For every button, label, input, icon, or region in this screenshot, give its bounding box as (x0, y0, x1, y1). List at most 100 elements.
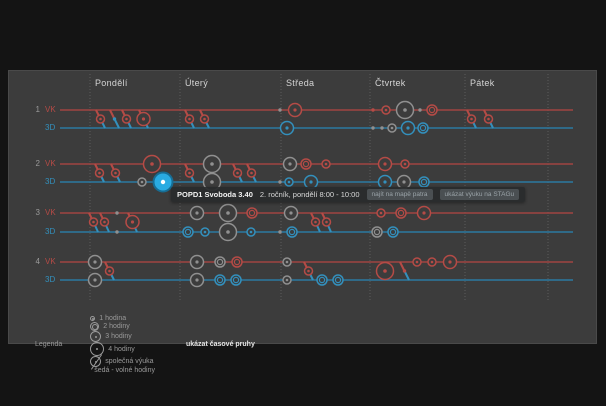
legend-item-label: 4 hodiny (108, 346, 134, 353)
lesson-marker[interactable] (388, 124, 396, 132)
lesson-marker[interactable] (428, 258, 436, 266)
legend-hour-2-icon (90, 322, 99, 331)
lesson-marker-diagonal[interactable] (185, 164, 194, 182)
lesson-marker[interactable] (89, 256, 102, 269)
lesson-marker[interactable] (247, 208, 257, 218)
lesson-marker[interactable] (418, 108, 421, 111)
legend-common-icon (90, 356, 101, 367)
lesson-marker-diagonal[interactable] (304, 262, 313, 280)
legend-item-label: 3 hodiny (105, 333, 131, 340)
lesson-marker[interactable] (382, 106, 390, 114)
lesson-marker[interactable] (138, 178, 146, 186)
lesson-marker[interactable] (204, 156, 221, 173)
lesson-marker-diagonal[interactable] (200, 110, 209, 128)
lesson-marker[interactable] (413, 258, 421, 266)
legend-item-label: šedá - volné hodiny (94, 367, 155, 374)
lesson-marker[interactable] (322, 160, 330, 168)
lesson-marker-diagonal[interactable] (100, 213, 109, 232)
lesson-marker[interactable] (287, 227, 297, 237)
lesson-marker[interactable] (285, 178, 293, 186)
show-time-bands-link[interactable]: ukázat časové pruhy (186, 341, 255, 348)
lesson-marker[interactable] (377, 263, 394, 280)
lesson-marker-diagonal[interactable] (111, 164, 120, 182)
lesson-marker[interactable] (183, 227, 193, 237)
lesson-marker[interactable] (418, 207, 431, 220)
lesson-marker[interactable] (215, 275, 225, 285)
lesson-marker[interactable] (220, 224, 237, 241)
find-on-floor-map-button[interactable]: najít na mapě patra (367, 189, 433, 200)
lesson-marker[interactable] (444, 256, 457, 269)
lesson-marker[interactable] (284, 158, 297, 171)
lesson-marker[interactable] (115, 211, 118, 214)
lesson-marker[interactable] (333, 275, 343, 285)
lesson-marker-diagonal[interactable] (126, 213, 139, 232)
lesson-marker[interactable] (220, 205, 237, 222)
lesson-marker-diagonal[interactable] (96, 110, 105, 128)
lesson-marker[interactable] (191, 207, 204, 220)
lesson-marker[interactable] (427, 105, 437, 115)
show-on-stag-button[interactable]: ukázat výuku na STAGu (440, 189, 520, 200)
lesson-marker[interactable] (115, 230, 118, 233)
selected-lesson-marker[interactable] (154, 173, 173, 192)
lesson-marker[interactable] (402, 122, 415, 135)
lesson-marker[interactable] (191, 274, 204, 287)
lesson-marker[interactable] (388, 227, 398, 237)
tooltip-course-title: POPD1 Svoboda 3.40 (177, 190, 253, 199)
lesson-marker-diagonal[interactable] (110, 110, 119, 128)
lesson-marker[interactable] (301, 159, 311, 169)
lesson-marker[interactable] (232, 257, 242, 267)
lesson-marker-diagonal[interactable] (89, 213, 98, 232)
lesson-marker[interactable] (401, 160, 409, 168)
lesson-marker[interactable] (372, 227, 382, 237)
legend-item-label: 1 hodina (99, 315, 126, 322)
lesson-marker[interactable] (278, 230, 281, 233)
lesson-marker[interactable] (397, 102, 414, 119)
lesson-marker-diagonal[interactable] (105, 262, 114, 280)
lesson-marker[interactable] (191, 256, 204, 269)
lesson-marker-diagonal[interactable] (484, 110, 493, 128)
lesson-marker-diagonal[interactable] (95, 164, 104, 182)
lesson-marker-diagonal[interactable] (322, 213, 331, 232)
lesson-marker[interactable] (289, 104, 302, 117)
lesson-marker[interactable] (283, 258, 291, 266)
lesson-marker-diagonal[interactable] (185, 110, 194, 128)
legend-hour-3-icon (90, 331, 101, 342)
lesson-marker-diagonal[interactable] (122, 110, 131, 128)
legend-item: šedá - volné hodiny (90, 367, 155, 374)
lesson-marker-diagonal[interactable] (137, 110, 150, 128)
lesson-marker[interactable] (89, 274, 102, 287)
lesson-marker-diagonal[interactable] (233, 164, 242, 182)
lesson-marker[interactable] (377, 209, 385, 217)
lesson-marker[interactable] (317, 275, 327, 285)
lesson-marker[interactable] (278, 108, 281, 111)
timetable-app: PondělíÚterýStředaČtvrtekPátek1VK3D2VK3D… (0, 0, 606, 406)
lesson-marker[interactable] (201, 228, 209, 236)
lesson-marker-diagonal[interactable] (400, 262, 409, 280)
lesson-marker[interactable] (371, 108, 374, 111)
lesson-marker[interactable] (285, 207, 298, 220)
lesson-marker[interactable] (247, 228, 255, 236)
legend-title: Legenda (35, 341, 62, 348)
legend-item: společná výuka (90, 356, 155, 367)
lesson-marker[interactable] (231, 275, 241, 285)
lesson-marker[interactable] (283, 276, 291, 284)
lesson-marker-diagonal[interactable] (467, 110, 476, 128)
lesson-marker[interactable] (379, 158, 392, 171)
lesson-marker[interactable] (144, 156, 161, 173)
legend-item: 2 hodiny (90, 322, 155, 331)
lesson-marker[interactable] (278, 180, 281, 183)
legend-hour-1-icon (90, 316, 95, 321)
tooltip-lesson-detail: 2. ročník, pondělí 8:00 - 10:00 (260, 190, 360, 199)
lesson-marker[interactable] (371, 126, 374, 129)
lesson-marker[interactable] (418, 123, 428, 133)
lesson-marker[interactable] (396, 208, 406, 218)
lesson-marker-diagonal[interactable] (247, 164, 256, 182)
legend-hour-4-icon (90, 342, 104, 356)
lesson-marker[interactable] (281, 122, 294, 135)
legend: Legenda 1 hodina2 hodiny 3 hodiny 4 hodiny… (35, 315, 255, 374)
lesson-marker[interactable] (215, 257, 225, 267)
lesson-tooltip: POPD1 Svoboda 3.40 2. ročník, pondělí 8:… (171, 187, 525, 202)
lesson-marker[interactable] (380, 126, 383, 129)
lesson-marker[interactable] (419, 177, 429, 187)
lesson-marker-diagonal[interactable] (311, 213, 320, 232)
